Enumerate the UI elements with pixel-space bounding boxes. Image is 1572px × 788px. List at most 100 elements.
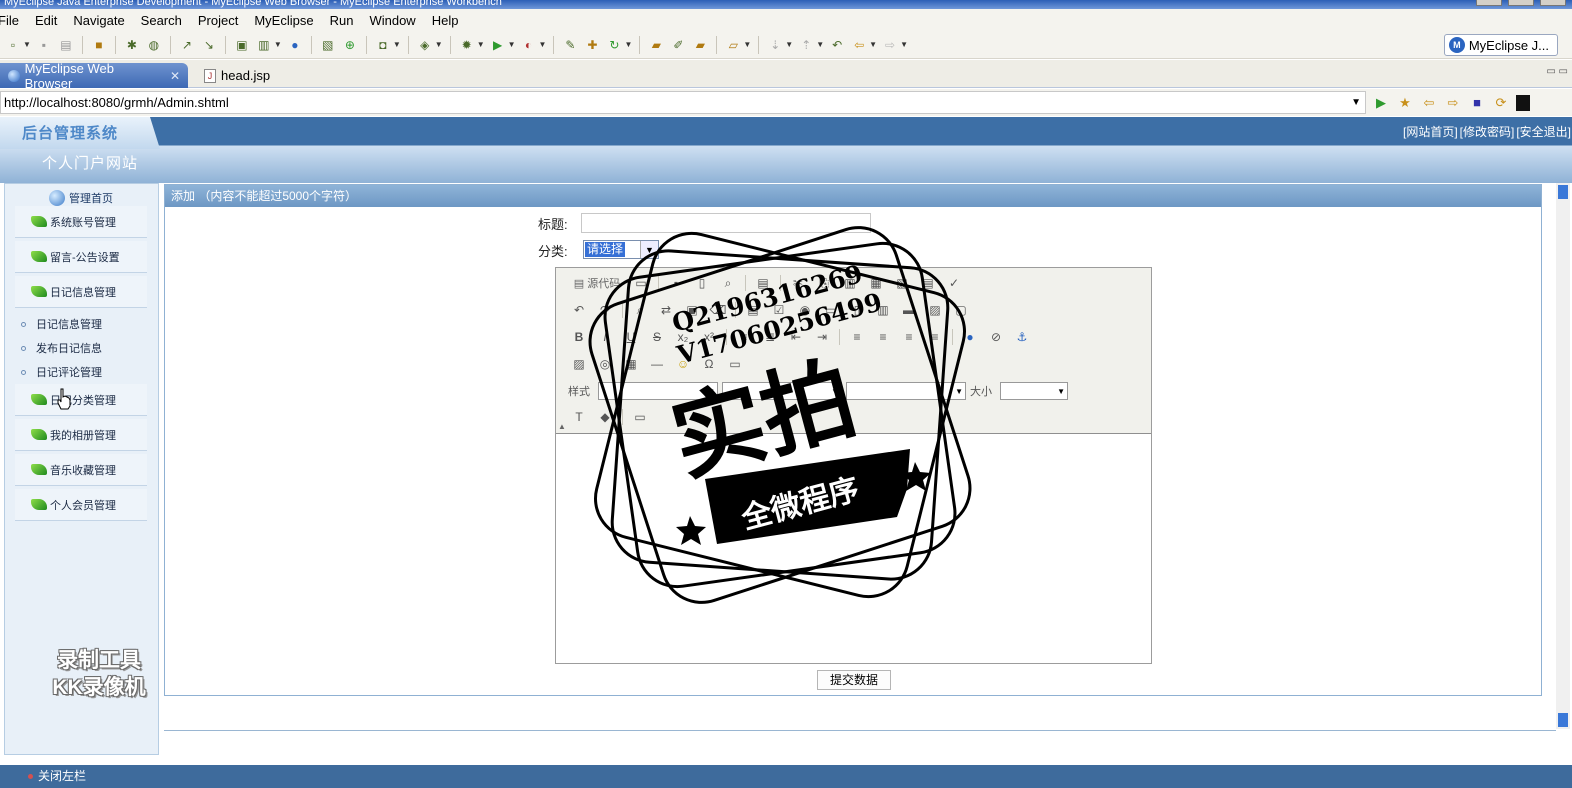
submit-button[interactable]: 提交数据 [817,670,891,690]
sidebar-subitem-diary-publish[interactable]: 发布日记信息 [21,340,102,356]
table-icon[interactable]: ▦ [620,353,642,375]
form-icon[interactable]: ▤ [742,299,764,321]
open-folder-2-icon[interactable]: ▰ [691,37,709,53]
paste-text-icon[interactable]: ▦ [865,272,887,294]
sidebar-home[interactable]: 管理首页 [49,188,113,208]
special-char-icon[interactable]: Ω [698,353,720,375]
server-dropdown-icon[interactable]: ▼ [274,40,282,49]
italic-icon[interactable]: I [594,326,616,348]
replace-icon[interactable]: ⇄ [655,299,677,321]
align-right-icon[interactable]: ≡ [898,326,920,348]
sidebar-subitem-diary-manage[interactable]: 日记信息管理 [21,316,102,332]
text-color-icon[interactable]: T [568,406,590,428]
redo-icon[interactable]: ↷ [594,299,616,321]
perspective-switcher[interactable]: M MyEclipse J... [1443,34,1558,56]
folder-dropdown-icon[interactable]: ▼ [743,40,751,49]
new-icon[interactable]: ▫ [4,37,22,53]
camera-icon[interactable]: ◘ [374,37,392,53]
pen-icon[interactable]: ✐ [669,37,687,53]
menu-window[interactable]: Window [361,13,423,28]
textfield-icon[interactable]: ▭ [820,299,842,321]
maximize-button[interactable] [1508,0,1534,6]
spellcheck-icon[interactable]: ✓ [943,272,965,294]
sidebar-item-messages[interactable]: 留言-公告设置 [15,241,147,273]
refresh-dropdown-icon[interactable]: ▼ [624,40,632,49]
sidebar-subitem-diary-comments[interactable]: 日记评论管理 [21,364,102,380]
server-icon[interactable]: ↘ [200,37,218,53]
next-annotation-icon[interactable]: ⇣ [766,37,784,53]
align-center-icon[interactable]: ≡ [872,326,894,348]
browser-refresh-icon[interactable]: ⟳ [1492,94,1510,112]
save-icon[interactable]: ▪ [35,37,53,53]
change-password-link[interactable]: [修改密码] [1459,123,1516,140]
browser-stop-icon[interactable]: ■ [1468,94,1486,112]
content-scrollbar[interactable] [1556,183,1570,729]
sidebar-item-members[interactable]: 个人会员管理 [15,489,147,521]
select-field-icon[interactable]: ▥ [872,299,894,321]
globe-icon[interactable]: ● [286,37,304,53]
logout-link[interactable]: [安全退出] [1515,123,1572,140]
bg-color-icon[interactable]: ◆ [594,406,616,428]
home-link[interactable]: [网站首页] [1402,123,1459,140]
package-icon[interactable]: ■ [90,37,108,53]
align-left-icon[interactable]: ≡ [846,326,868,348]
menu-project[interactable]: Project [190,13,246,28]
folder-icon[interactable]: ▱ [724,37,742,53]
back-icon[interactable]: ⇦ [850,37,868,53]
browser-back-icon[interactable]: ⇦ [1420,94,1438,112]
sidebar-item-diary[interactable]: 日记信息管理 [15,276,147,308]
paste-icon[interactable]: ▥ [839,272,861,294]
url-input[interactable]: http://localhost:8080/grmh/Admin.shtml ▼ [0,91,1366,114]
run-dropdown-icon[interactable]: ▼ [508,40,516,49]
url-history-dropdown-icon[interactable]: ▼ [1351,97,1365,108]
source-button[interactable]: ▤ 源代码 [568,272,626,294]
image-icon[interactable]: ▨ [568,353,590,375]
external-dropdown-icon[interactable]: ▼ [539,40,547,49]
sidebar-item-music[interactable]: 音乐收藏管理 [15,454,147,486]
remove-format-icon[interactable]: ⌫ [707,299,729,321]
forward-dropdown-icon[interactable]: ▼ [900,40,908,49]
sidebar-item-albums[interactable]: 我的相册管理 [15,419,147,451]
camera-dropdown-icon[interactable]: ▼ [393,40,401,49]
unlink-icon[interactable]: ⊘ [985,326,1007,348]
run-icon[interactable]: ▶ [489,37,507,53]
print-preview-icon[interactable]: ⌕ [717,272,739,294]
save-icon[interactable]: ▪ [665,272,687,294]
category-select[interactable]: 请选择 ▼ [583,240,659,259]
preview-icon[interactable]: ▭ [630,272,652,294]
sidebar-item-categories[interactable]: 日记分类管理 [15,384,147,416]
run-server-icon[interactable]: ▣ [233,37,251,53]
unordered-list-icon[interactable]: ≣ [759,326,781,348]
forward-icon[interactable]: ⇨ [881,37,899,53]
tab-head-jsp[interactable]: J head.jsp [196,63,306,88]
debug-dropdown-icon[interactable]: ▼ [477,40,485,49]
copy-icon[interactable]: ⎘ [813,272,835,294]
indent-icon[interactable]: ⇥ [811,326,833,348]
outdent-icon[interactable]: ⇤ [785,326,807,348]
menu-edit[interactable]: Edit [27,13,65,28]
external-tools-icon[interactable]: ◐ [520,37,538,53]
scroll-up-arrow[interactable] [1558,185,1568,199]
menu-search[interactable]: Search [133,13,190,28]
new-package-icon[interactable]: ✚ [583,37,601,53]
page-break-icon[interactable]: ▭ [724,353,746,375]
templates-icon[interactable]: ▤ [752,272,774,294]
minimize-maximize-icon[interactable]: ▭ ▭ [1546,66,1568,77]
hidden-field-icon[interactable]: ▢ [950,299,972,321]
print-icon[interactable]: ▤ [917,272,939,294]
find-icon[interactable]: ⌕ [629,299,651,321]
smiley-icon[interactable]: ☺ [672,353,694,375]
format-combo[interactable]: ▼ [722,382,842,400]
collapse-toolbar-icon[interactable]: ▲ [558,422,566,431]
menu-run[interactable]: Run [322,13,362,28]
link-icon[interactable]: ● [959,326,981,348]
next-annotation-dropdown-icon[interactable]: ▼ [785,40,793,49]
prev-annotation-icon[interactable]: ⇡ [797,37,815,53]
wizard-dropdown-icon[interactable]: ▼ [435,40,443,49]
anchor-icon[interactable]: ⚓ [1011,326,1033,348]
menu-file[interactable]: File [0,13,27,28]
close-tab-icon[interactable]: ✕ [170,69,180,83]
browser-home-icon[interactable] [1516,94,1530,111]
minimize-button[interactable] [1476,0,1502,6]
prev-annotation-dropdown-icon[interactable]: ▼ [816,40,824,49]
